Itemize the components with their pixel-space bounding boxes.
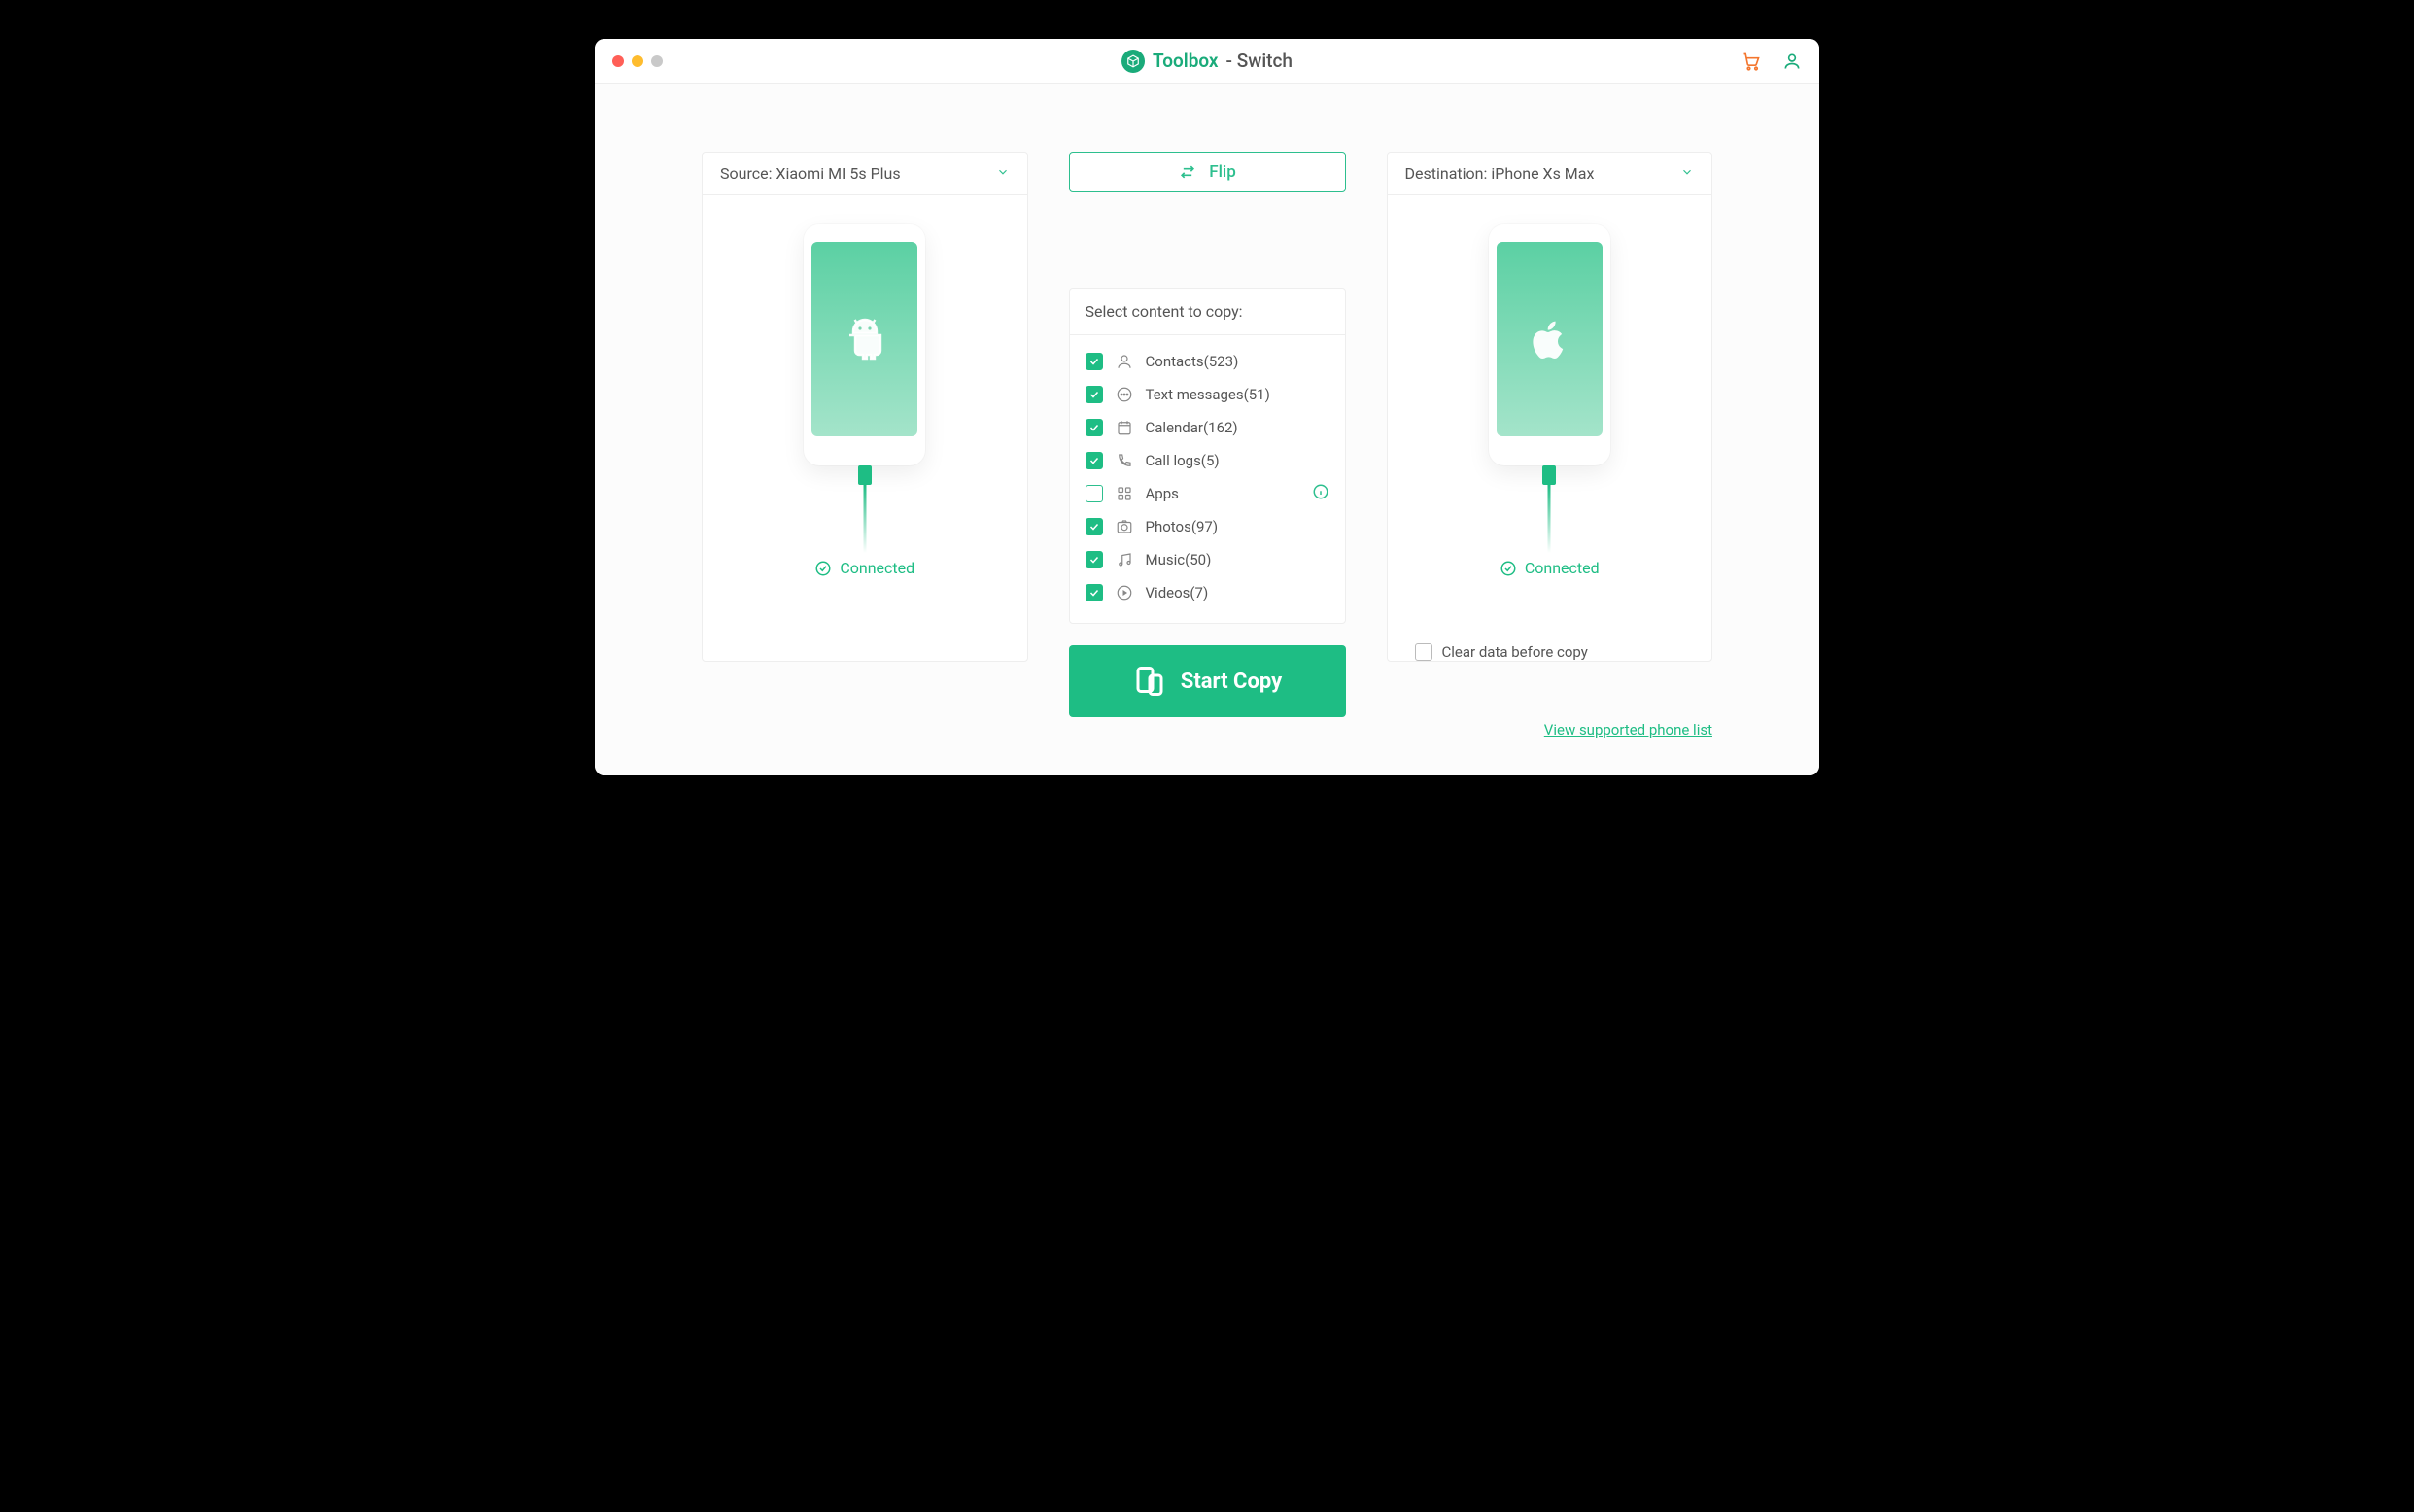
content-item-row: Contacts(523) bbox=[1086, 345, 1329, 378]
source-selector[interactable]: Source: Xiaomi MI 5s Plus bbox=[703, 153, 1027, 195]
app-logo-icon bbox=[1121, 50, 1145, 73]
content-item-label: Videos(7) bbox=[1146, 584, 1209, 601]
content-item-label: Call logs(5) bbox=[1146, 452, 1220, 469]
titlebar: Toolbox - Switch bbox=[595, 39, 1819, 84]
content-item-label: Text messages(51) bbox=[1146, 386, 1270, 403]
content-item-row: Text messages(51) bbox=[1086, 378, 1329, 411]
content-item-checkbox[interactable] bbox=[1086, 485, 1103, 502]
content-item-checkbox[interactable] bbox=[1086, 353, 1103, 370]
check-circle-icon bbox=[814, 560, 832, 577]
content-item-label: Music(50) bbox=[1146, 551, 1212, 568]
cart-icon[interactable] bbox=[1742, 52, 1761, 71]
content-select-title: Select content to copy: bbox=[1070, 289, 1345, 335]
calllogs-icon bbox=[1115, 451, 1134, 470]
content-item-row: Calendar(162) bbox=[1086, 411, 1329, 444]
messages-icon bbox=[1115, 385, 1134, 404]
content-items-list: Contacts(523) Text messages(51) Calendar(1… bbox=[1070, 335, 1345, 623]
source-card: Source: Xiaomi MI 5s Plus bbox=[702, 152, 1028, 662]
content-item-label: Contacts(523) bbox=[1146, 353, 1239, 370]
content-select-panel: Select content to copy: Contacts(523) Tex… bbox=[1069, 288, 1346, 624]
window-minimize-button[interactable] bbox=[632, 55, 643, 67]
content-item-checkbox[interactable] bbox=[1086, 419, 1103, 436]
app-name-text: Toolbox bbox=[1153, 50, 1219, 72]
cable-icon bbox=[859, 465, 871, 553]
android-icon bbox=[842, 316, 888, 362]
app-module-text: - Switch bbox=[1226, 50, 1293, 72]
calendar-icon bbox=[1115, 418, 1134, 437]
destination-selector[interactable]: Destination: iPhone Xs Max bbox=[1388, 153, 1712, 195]
destination-status: Connected bbox=[1500, 559, 1600, 577]
cable-icon bbox=[1543, 465, 1555, 553]
app-window: Toolbox - Switch Source: Xiaomi MI 5s Pl… bbox=[595, 39, 1819, 775]
content-item-label: Apps bbox=[1146, 485, 1179, 502]
content-item-checkbox[interactable] bbox=[1086, 584, 1103, 601]
clear-before-copy-label: Clear data before copy bbox=[1442, 643, 1588, 661]
content-item-row: Call logs(5) bbox=[1086, 444, 1329, 477]
destination-phone-illustration bbox=[1489, 224, 1610, 465]
videos-icon bbox=[1115, 583, 1134, 602]
window-zoom-button[interactable] bbox=[651, 55, 663, 67]
app-title: Toolbox - Switch bbox=[1121, 50, 1293, 73]
content-item-row: Videos(7) bbox=[1086, 576, 1329, 609]
content-item-checkbox[interactable] bbox=[1086, 452, 1103, 469]
swap-icon bbox=[1178, 162, 1197, 182]
user-icon[interactable] bbox=[1782, 52, 1802, 71]
source-status: Connected bbox=[814, 559, 914, 577]
content-item-checkbox[interactable] bbox=[1086, 551, 1103, 568]
info-icon[interactable] bbox=[1312, 483, 1329, 504]
source-phone-illustration bbox=[804, 224, 925, 465]
clear-before-copy-row: Clear data before copy bbox=[1388, 626, 1712, 661]
contacts-icon bbox=[1115, 352, 1134, 371]
clear-before-copy-checkbox[interactable] bbox=[1415, 643, 1432, 661]
content-item-checkbox[interactable] bbox=[1086, 518, 1103, 535]
main-content: Source: Xiaomi MI 5s Plus bbox=[595, 84, 1819, 775]
content-item-row: Music(50) bbox=[1086, 543, 1329, 576]
destination-column: Destination: iPhone Xs Max bbox=[1387, 152, 1713, 662]
content-item-label: Calendar(162) bbox=[1146, 419, 1238, 436]
source-label: Source: Xiaomi MI 5s Plus bbox=[720, 164, 901, 183]
window-close-button[interactable] bbox=[612, 55, 624, 67]
start-copy-button[interactable]: Start Copy bbox=[1069, 645, 1346, 717]
content-item-row: Apps bbox=[1086, 477, 1329, 510]
middle-column: Flip Select content to copy: Contacts(52… bbox=[1069, 152, 1346, 717]
content-item-checkbox[interactable] bbox=[1086, 386, 1103, 403]
apple-icon bbox=[1526, 316, 1572, 362]
window-controls bbox=[612, 55, 663, 67]
photos-icon bbox=[1115, 517, 1134, 536]
chevron-down-icon bbox=[996, 164, 1010, 183]
chevron-down-icon bbox=[1680, 164, 1694, 183]
devices-icon bbox=[1132, 664, 1167, 699]
start-copy-label: Start Copy bbox=[1181, 670, 1282, 694]
content-item-row: Photos(97) bbox=[1086, 510, 1329, 543]
destination-status-text: Connected bbox=[1525, 559, 1600, 577]
content-item-label: Photos(97) bbox=[1146, 518, 1219, 535]
music-icon bbox=[1115, 550, 1134, 569]
destination-label: Destination: iPhone Xs Max bbox=[1405, 164, 1595, 183]
source-column: Source: Xiaomi MI 5s Plus bbox=[702, 152, 1028, 662]
supported-phone-list-link[interactable]: View supported phone list bbox=[1544, 721, 1712, 739]
flip-button[interactable]: Flip bbox=[1069, 152, 1346, 192]
apps-icon bbox=[1115, 484, 1134, 503]
source-status-text: Connected bbox=[840, 559, 914, 577]
flip-label: Flip bbox=[1209, 162, 1236, 182]
check-circle-icon bbox=[1500, 560, 1517, 577]
destination-card: Destination: iPhone Xs Max bbox=[1387, 152, 1713, 662]
